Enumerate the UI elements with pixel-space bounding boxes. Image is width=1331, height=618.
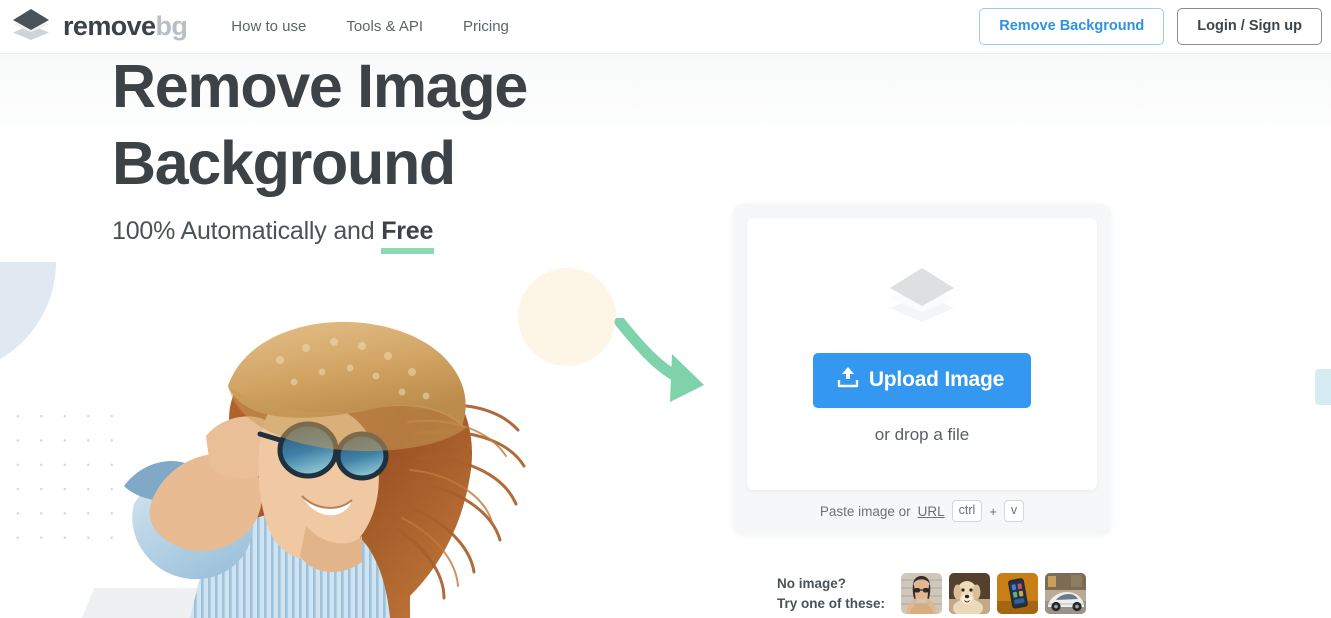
sample-thumb-car[interactable] [1045,573,1087,614]
brand-logo[interactable]: removebg [10,8,188,45]
upload-dropzone[interactable]: Upload Image or drop a file [747,218,1097,490]
dot-grid-decoration [2,398,114,543]
samples-label-line-2: Try one of these: [777,595,886,611]
sample-images-section: No image? Try one of these: [777,573,1087,614]
kbd-v: v [1003,500,1025,522]
page-title: Remove Image Background [112,48,732,203]
samples-label: No image? Try one of these: [777,574,885,613]
hero-title-line-2: Background [112,129,456,198]
hero-copy: Remove Image Background 100% Automatical… [112,48,732,246]
layers-icon [884,264,960,329]
upload-image-button[interactable]: Upload Image [812,352,1032,408]
hero-title-line-1: Remove Image [112,52,528,120]
kbd-ctrl: ctrl [951,500,983,522]
brand-wordmark: removebg [63,11,188,41]
sample-thumb-phone[interactable] [997,573,1039,614]
kbd-plus: + [989,503,997,519]
hero-subtitle-highlight: Free [381,216,434,245]
nav-pricing[interactable]: Pricing [463,18,509,35]
paste-prefix-label: Paste image or [819,503,911,519]
hero-subtitle-prefix: 100% Automatically and [112,216,382,245]
main-nav: How to use Tools & API Pricing [231,18,509,35]
drop-file-hint: or drop a file [874,424,970,444]
page-root: removebg How to use Tools & API Pricing … [0,0,1331,618]
brand-word-remove: remove [63,11,156,41]
paste-url-link[interactable]: URL [918,504,945,519]
remove-background-button[interactable]: Remove Background [979,7,1165,46]
samples-thumbnails [901,573,1087,614]
upload-panel: Upload Image or drop a file Paste image … [733,204,1111,534]
curved-arrow-icon [614,316,710,415]
brand-word-bg: bg [155,11,188,41]
samples-label-line-1: No image? [777,575,847,591]
hero-photo [110,290,534,618]
sample-thumb-woman-sunglasses[interactable] [901,573,943,614]
layers-logo-icon [10,8,52,45]
upload-arrow-icon [837,366,859,394]
nav-how-to-use[interactable]: How to use [231,18,306,35]
upload-image-label: Upload Image [868,367,1005,391]
sample-thumb-dog[interactable] [949,573,991,614]
hero-subtitle: 100% Automatically and Free [112,217,732,246]
header-actions: Remove Background Login / Sign up [979,7,1322,46]
login-signup-button[interactable]: Login / Sign up [1177,7,1322,46]
nav-tools-api[interactable]: Tools & API [346,18,423,35]
paste-row: Paste image or URL ctrl + v [733,490,1111,532]
site-header: removebg How to use Tools & API Pricing … [0,0,1331,54]
blue-quarter-circle-decoration [0,262,56,374]
feedback-tab[interactable] [1315,369,1331,405]
